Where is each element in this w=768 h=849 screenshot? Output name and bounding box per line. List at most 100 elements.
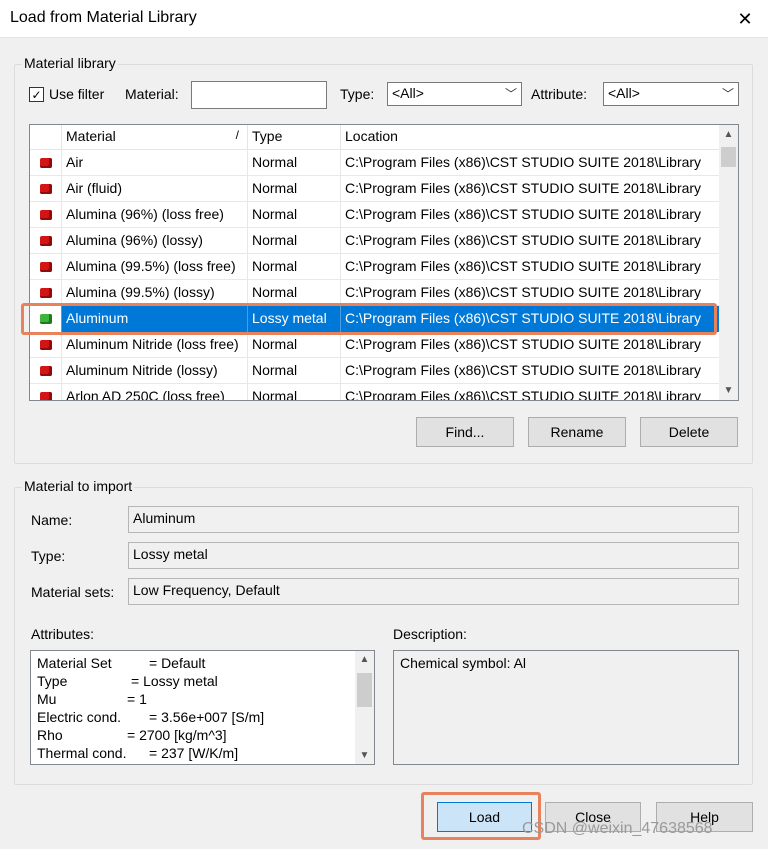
type-filter-value: <All> [392, 85, 424, 101]
material-cell: Air [62, 150, 248, 176]
table-row[interactable]: Arlon AD 250C (loss free) Normal C:\Progra… [30, 384, 720, 401]
material-library-group-label: Material library [22, 55, 118, 71]
material-filter-input[interactable] [191, 81, 327, 109]
name-label: Name: [31, 512, 73, 528]
row-icon-cell [30, 306, 62, 332]
green-cube-icon [39, 314, 52, 324]
type-cell: Normal [248, 332, 341, 358]
table-row[interactable]: Alumina (99.5%) (loss free) Normal C:\Prog… [30, 254, 720, 280]
attributes-label: Attributes: [31, 626, 95, 642]
find-button[interactable]: Find... [416, 417, 514, 447]
window-title: Load from Material Library [10, 9, 197, 26]
red-cube-icon [39, 288, 52, 298]
attribute-value: = 2700 [kg/m^3] [127, 727, 227, 743]
attributes-textarea[interactable]: Thermal cond. = 237 [W/K/m] Rho = 2700 [kg/… [30, 650, 375, 765]
scroll-up-icon[interactable]: ▲ [355, 651, 374, 668]
red-cube-icon [39, 158, 52, 168]
attribute-key: Type [37, 673, 68, 689]
type-filter-label: Type: [340, 86, 375, 102]
scrollbar-thumb[interactable] [721, 147, 736, 167]
type-cell: Lossy metal [248, 306, 341, 332]
rename-button[interactable]: Rename [528, 417, 626, 447]
attribute-key: Rho [37, 727, 63, 743]
sort-indicator-icon: / [235, 128, 239, 142]
location-cell: C:\Program Files (x86)\CST STUDIO SUITE … [345, 154, 702, 170]
type-cell: Normal [248, 176, 341, 202]
close-window-button[interactable]: ✕ [722, 0, 768, 38]
name-field: Aluminum [128, 506, 739, 533]
load-button[interactable]: Load [437, 802, 532, 832]
scroll-up-icon[interactable]: ▲ [719, 125, 738, 144]
red-cube-icon [39, 392, 52, 400]
type-cell: Normal [248, 228, 341, 254]
scroll-down-icon[interactable]: ▼ [719, 381, 738, 400]
attributes-scrollbar[interactable]: ▲ ▼ [355, 651, 374, 764]
attribute-line: Mu = 1 [37, 691, 347, 709]
table-row[interactable]: Alumina (96%) (loss free) Normal C:\Progra… [30, 202, 720, 228]
attribute-line: Type = Lossy metal [37, 673, 347, 691]
attribute-value: = Lossy metal [131, 673, 218, 689]
material-list[interactable]: Material / Type Location Air Normal C:\Pro… [29, 124, 739, 401]
location-cell: C:\Program Files (x86)\CST STUDIO SUITE … [341, 306, 720, 332]
type-label: Type: [31, 548, 66, 564]
red-cube-icon [39, 210, 52, 220]
table-row[interactable]: Alumina (99.5%) (lossy) Normal C:\Program … [30, 280, 720, 306]
scrollbar-thumb[interactable] [357, 673, 372, 707]
material-list-scrollbar[interactable]: ▲ ▼ [719, 125, 738, 400]
description-textarea[interactable]: Chemical symbol: Al [393, 650, 739, 765]
attribute-key: Material Set [37, 655, 112, 671]
red-cube-icon [39, 366, 52, 376]
delete-button[interactable]: Delete [640, 417, 738, 447]
chevron-down-icon: ﹀ [504, 87, 517, 101]
row-icon-cell [30, 150, 62, 176]
chevron-down-icon: ﹀ [721, 87, 734, 101]
table-row[interactable]: Aluminum Lossy metal C:\Program Files (x86… [30, 306, 720, 332]
red-cube-icon [39, 236, 52, 246]
location-cell: C:\Program Files (x86)\CST STUDIO SUITE … [345, 258, 702, 274]
checkmark-icon: ✓ [31, 87, 42, 102]
attribute-filter-label: Attribute: [531, 86, 588, 102]
type-cell: Normal [248, 358, 341, 384]
material-import-group-label: Material to import [22, 478, 135, 494]
table-row[interactable]: Air Normal C:\Program Files (x86)\CST STUD… [30, 150, 720, 176]
material-sets-field: Low Frequency, Default [128, 578, 739, 605]
scroll-down-icon[interactable]: ▼ [355, 747, 374, 764]
row-icon-cell [30, 176, 62, 202]
location-cell: C:\Program Files (x86)\CST STUDIO SUITE … [345, 388, 702, 401]
watermark-text: CSDN @weixin_47638568 [522, 820, 713, 837]
use-filter-checkbox[interactable]: ✓ [29, 87, 44, 102]
table-row[interactable]: Aluminum Nitride (loss free) Normal C:\Pro… [30, 332, 720, 358]
material-cell: Alumina (96%) (lossy) [62, 228, 248, 254]
attribute-value: = 3.56e+007 [S/m] [149, 709, 265, 725]
attribute-filter-select[interactable]: <All> ﹀ [603, 82, 739, 106]
column-header-type[interactable]: Type [248, 125, 341, 150]
material-sets-label: Material sets: [31, 584, 115, 600]
material-cell: Alumina (99.5%) (lossy) [62, 280, 248, 306]
row-icon-cell [30, 280, 62, 306]
attribute-key: Electric cond. [37, 709, 122, 725]
attribute-value: = 1 [127, 691, 147, 707]
row-icon-cell [30, 228, 62, 254]
attribute-line: Material Set = Default [37, 655, 347, 673]
column-header-icon[interactable] [30, 125, 62, 150]
table-row[interactable]: Air (fluid) Normal C:\Program Files (x86)\… [30, 176, 720, 202]
attribute-key: Thermal cond. [37, 745, 127, 761]
row-icon-cell [30, 384, 62, 400]
material-cell: Aluminum [62, 306, 248, 332]
table-row[interactable]: Alumina (96%) (lossy) Normal C:\Program Fi… [30, 228, 720, 254]
location-cell: C:\Program Files (x86)\CST STUDIO SUITE … [345, 362, 702, 378]
column-header-location[interactable]: Location [341, 125, 720, 150]
table-row[interactable]: Aluminum Nitride (lossy) Normal C:\Program… [30, 358, 720, 384]
column-header-material[interactable]: Material / [62, 125, 248, 150]
material-cell: Alumina (96%) (loss free) [62, 202, 248, 228]
material-cell: Aluminum Nitride (loss free) [62, 332, 248, 358]
type-cell: Normal [248, 202, 341, 228]
type-cell: Normal [248, 254, 341, 280]
type-filter-select[interactable]: <All> ﹀ [387, 82, 522, 106]
red-cube-icon [39, 184, 52, 194]
location-cell: C:\Program Files (x86)\CST STUDIO SUITE … [345, 180, 702, 196]
material-cell: Arlon AD 250C (loss free) [62, 384, 248, 400]
material-list-header: Material / Type Location [30, 125, 720, 150]
attribute-key: Mu [37, 691, 57, 707]
attribute-line: Thermal cond. = 237 [W/K/m] [37, 745, 347, 763]
